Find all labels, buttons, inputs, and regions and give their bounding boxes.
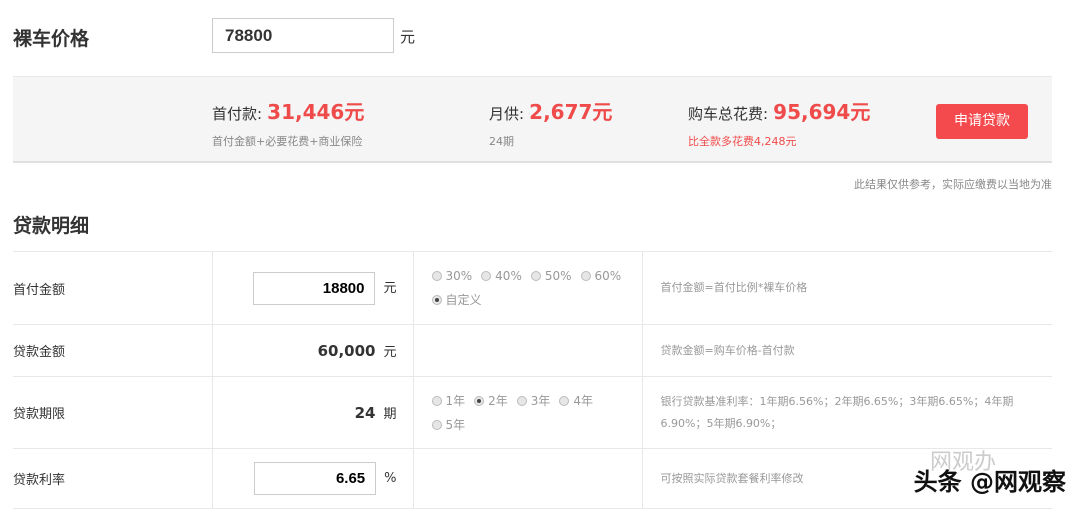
down-ratio-options: 30% 40% 50% 60% 自定义: [412, 251, 642, 325]
radio-custom[interactable]: 自定义: [431, 288, 482, 312]
loan-amount-value: 60,000: [317, 342, 376, 360]
table-row: 贷款利率 % 可按照实际贷款套餐利率修改: [13, 448, 1052, 509]
radio-icon: [580, 271, 591, 281]
radio-50[interactable]: 50%: [530, 264, 572, 288]
disclaimer: 此结果仅供参考，实际应缴费以当地为准: [854, 178, 1052, 191]
row-label: 贷款金额: [13, 324, 212, 377]
details-title: 贷款明细: [13, 215, 90, 237]
radio-icon: [431, 419, 442, 430]
row-label: 贷款期限: [13, 376, 212, 449]
row-label: 首付金额: [13, 251, 212, 325]
radio-1y[interactable]: 1年: [431, 389, 465, 413]
table-row: 贷款金额 60,000 元 贷款金额=购车价格-首付款: [13, 324, 1052, 377]
monthly-summary: 月供: 2,677元: [489, 96, 612, 125]
total-sub: 比全款多花费4,248元: [688, 135, 797, 148]
loan-term-value: 24: [354, 404, 376, 422]
radio-icon: [559, 395, 570, 406]
down-payment-summary: 首付款: 31,446元: [212, 96, 364, 125]
radio-icon: [516, 395, 527, 406]
row-label: 贷款利率: [13, 448, 212, 509]
apply-loan-button[interactable]: 申请贷款: [936, 104, 1028, 139]
row-note: 首付金额=首付比例*裸车价格: [641, 251, 1052, 325]
total-summary: 购车总花费: 95,694元: [688, 96, 870, 125]
car-price-input[interactable]: [212, 18, 394, 53]
radio-icon: [431, 271, 442, 281]
total-label: 购车总花费:: [688, 105, 769, 123]
down-payment-label: 首付款:: [212, 105, 263, 123]
interest-rate-input[interactable]: [254, 462, 377, 495]
radio-icon: [431, 395, 442, 406]
radio-checked-icon: [474, 395, 485, 406]
radio-30[interactable]: 30%: [431, 264, 472, 288]
unit: 元: [383, 280, 397, 296]
down-payment-sub: 首付金额+必要花费+商业保险: [212, 135, 363, 148]
radio-40[interactable]: 40%: [481, 264, 522, 288]
monthly-label: 月供:: [489, 105, 525, 123]
unit: %: [384, 471, 397, 486]
row-note: 银行贷款基准利率：1年期6.56%；2年期6.65%；3年期6.65%；4年期6…: [641, 376, 1052, 449]
table-row: 贷款期限 24 期 1年 2年 3年 4年 5年 银行贷款基准利率：1年期6.56%；2…: [13, 376, 1052, 449]
radio-2y[interactable]: 2年: [474, 389, 508, 413]
monthly-sub: 24期: [489, 135, 514, 148]
watermark: 头条 @网观察: [913, 468, 1066, 496]
car-price-unit: 元: [400, 28, 416, 46]
total-value: 95,694元: [773, 100, 871, 124]
radio-60[interactable]: 60%: [580, 264, 621, 288]
down-payment-value: 31,446元: [267, 100, 365, 124]
table-row: 首付金额 元 30% 40% 50% 60% 自定义 首付金额=首付比例*裸车价格: [13, 251, 1052, 325]
radio-5y[interactable]: 5年: [431, 413, 465, 437]
radio-3y[interactable]: 3年: [516, 389, 550, 413]
monthly-value: 2,677元: [529, 100, 613, 124]
unit: 元: [383, 345, 397, 360]
row-note: 贷款金额=购车价格-首付款: [641, 324, 1052, 377]
radio-checked-icon: [431, 295, 442, 305]
loan-details-table: 首付金额 元 30% 40% 50% 60% 自定义 首付金额=首付比例*裸车价格 贷…: [13, 251, 1052, 509]
loan-term-options: 1年 2年 3年 4年 5年: [412, 376, 642, 449]
car-price-label: 裸车价格: [13, 28, 90, 50]
radio-icon: [481, 271, 492, 281]
radio-4y[interactable]: 4年: [559, 389, 593, 413]
unit: 期: [383, 407, 397, 422]
down-payment-input[interactable]: [253, 271, 376, 305]
radio-icon: [530, 271, 541, 281]
